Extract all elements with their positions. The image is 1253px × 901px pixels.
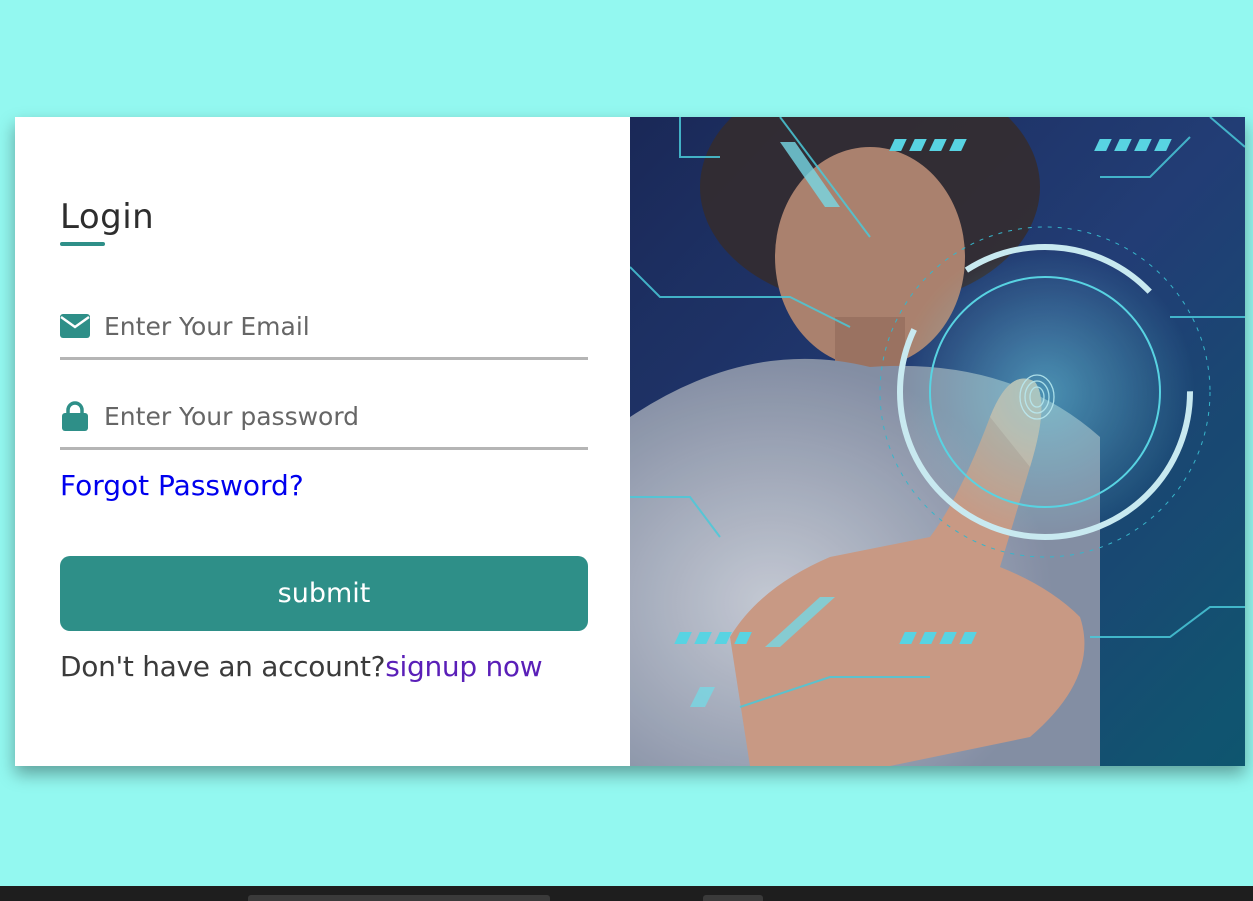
login-page: Login Enter Your Email Forgot Password? … — [0, 0, 1253, 901]
taskbar-item[interactable] — [248, 895, 550, 901]
login-form: Login Enter Your Email Forgot Password? … — [15, 117, 630, 766]
login-card: Login Enter Your Email Forgot Password? … — [15, 117, 1245, 766]
no-account-text: Don't have an account? — [60, 650, 386, 683]
fingerprint-hero-image — [630, 117, 1245, 766]
forgot-password-link[interactable]: Forgot Password? — [60, 469, 304, 502]
title-underline — [60, 242, 105, 246]
signup-prompt: Don't have an account?signup now — [60, 650, 543, 683]
lock-icon — [60, 401, 90, 431]
email-input[interactable] — [104, 311, 574, 341]
password-field — [60, 385, 588, 450]
signup-link[interactable]: signup now — [385, 650, 542, 683]
login-title: Login — [60, 197, 155, 237]
taskbar — [0, 886, 1253, 901]
envelope-icon — [60, 311, 90, 341]
submit-button[interactable]: submit — [60, 556, 588, 631]
taskbar-item[interactable] — [703, 895, 763, 901]
email-field — [60, 295, 588, 360]
password-input[interactable] — [104, 401, 574, 431]
